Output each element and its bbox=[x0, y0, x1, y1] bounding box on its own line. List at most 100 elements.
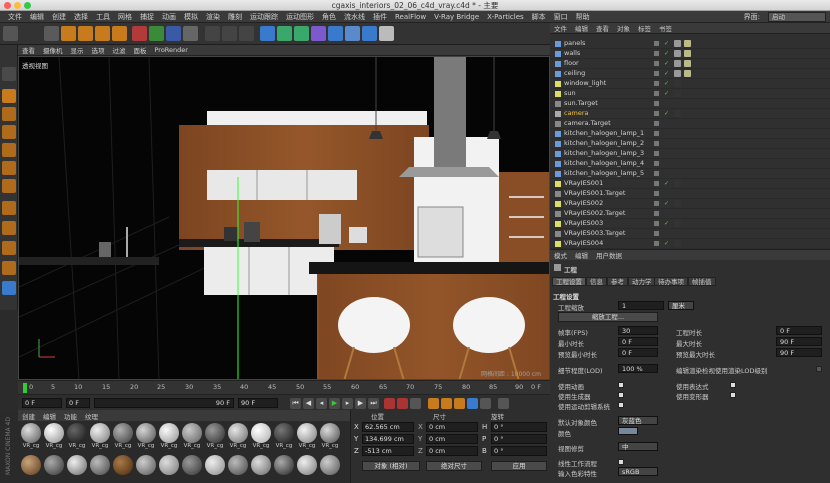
menu-item[interactable]: 渲染 bbox=[202, 12, 224, 22]
undo-icon[interactable] bbox=[3, 26, 18, 41]
material-swatch[interactable] bbox=[181, 455, 203, 483]
start-frame-field[interactable]: 0 F bbox=[22, 398, 62, 408]
viewport-menu-item[interactable]: 面板 bbox=[130, 45, 151, 55]
material-menu-item[interactable]: 纹理 bbox=[81, 411, 102, 421]
material-swatch[interactable] bbox=[296, 455, 318, 483]
object-row[interactable]: panels ✓ bbox=[550, 39, 830, 49]
render-lod-checkbox[interactable] bbox=[816, 366, 822, 372]
material-menu-item[interactable]: 编辑 bbox=[39, 411, 60, 421]
edges-mode-icon[interactable] bbox=[2, 161, 16, 175]
keyframe-selection-icon[interactable] bbox=[410, 398, 421, 409]
material-swatch[interactable]: VR_cg bbox=[20, 423, 42, 453]
default-color-select[interactable]: 灰蓝色 bbox=[618, 416, 658, 425]
size-mode-select[interactable]: 绝对尺寸 bbox=[426, 461, 482, 471]
max-time-field[interactable]: 90 F bbox=[776, 337, 822, 346]
close-window-button[interactable] bbox=[4, 2, 11, 9]
viewport-menu-item[interactable]: 显示 bbox=[67, 45, 88, 55]
coordinate-system-icon[interactable] bbox=[183, 26, 198, 41]
key-pla-icon[interactable] bbox=[480, 398, 491, 409]
menu-item[interactable]: 脚本 bbox=[528, 12, 550, 22]
om-menu-item[interactable]: 编辑 bbox=[571, 23, 592, 33]
key-param-icon[interactable] bbox=[467, 398, 478, 409]
material-swatch[interactable] bbox=[158, 455, 180, 483]
object-row[interactable]: sun ✓ bbox=[550, 89, 830, 99]
key-scale-icon[interactable] bbox=[441, 398, 452, 409]
material-swatch[interactable]: VR_cg bbox=[273, 423, 295, 453]
material-swatch[interactable] bbox=[319, 455, 341, 483]
menu-item[interactable]: 运动图形 bbox=[282, 12, 318, 22]
polygons-mode-icon[interactable] bbox=[2, 179, 16, 193]
current-frame-field[interactable]: 0 F bbox=[66, 398, 90, 408]
material-swatch[interactable]: VR_cg bbox=[250, 423, 272, 453]
tab-project-settings[interactable]: 工程设置 bbox=[552, 277, 586, 286]
material-swatch[interactable] bbox=[43, 455, 65, 483]
object-row[interactable]: kitchen_halogen_lamp_5 bbox=[550, 169, 830, 179]
light-icon[interactable] bbox=[379, 26, 394, 41]
material-swatch[interactable]: VR_cg bbox=[43, 423, 65, 453]
viewport-menu-item[interactable]: ProRender bbox=[151, 46, 192, 54]
zoom-window-button[interactable] bbox=[24, 2, 31, 9]
input-color-select[interactable]: sRGB bbox=[618, 467, 658, 476]
menu-item[interactable]: 工具 bbox=[92, 12, 114, 22]
timeline-ruler[interactable]: 0 5 10 15 20 25 30 35 40 45 50 55 60 65 … bbox=[18, 380, 550, 394]
use-deformers-checkbox[interactable] bbox=[730, 392, 736, 398]
tab-keyframe-interpolation[interactable]: 帧插值 bbox=[688, 277, 716, 286]
scale-project-button[interactable]: 缩放工程... bbox=[558, 312, 658, 322]
om-menu-item[interactable]: 书签 bbox=[655, 23, 676, 33]
size-z-field[interactable]: 0 cm bbox=[426, 446, 478, 456]
goto-end-icon[interactable]: ⏭ bbox=[368, 398, 379, 409]
rotate-icon[interactable] bbox=[112, 26, 127, 41]
tab-reference[interactable]: 参考 bbox=[607, 277, 628, 286]
object-row[interactable]: ceiling ✓ bbox=[550, 69, 830, 79]
coordinate-mode-select[interactable]: 对象 (相对) bbox=[362, 461, 420, 471]
viewport-menu-item[interactable]: 查看 bbox=[18, 45, 39, 55]
layout-select[interactable]: 启动 bbox=[768, 12, 826, 22]
fps-field[interactable]: 30 bbox=[618, 326, 658, 335]
rotation-b-field[interactable]: 0 ° bbox=[491, 446, 547, 456]
material-swatch[interactable]: VR_cg bbox=[204, 423, 226, 453]
select-arrow-icon[interactable] bbox=[44, 26, 59, 41]
material-swatch[interactable]: VR_cg bbox=[296, 423, 318, 453]
object-row[interactable]: camera.Target bbox=[550, 119, 830, 129]
prev-frame-icon[interactable]: ◂ bbox=[316, 398, 327, 409]
menu-item[interactable]: 雕刻 bbox=[224, 12, 246, 22]
object-row[interactable]: VRayIES002 ✓ bbox=[550, 199, 830, 209]
size-y-field[interactable]: 0 cm bbox=[426, 434, 478, 444]
material-swatch[interactable] bbox=[66, 455, 88, 483]
make-editable-icon[interactable] bbox=[2, 67, 16, 81]
y-axis-icon[interactable] bbox=[149, 26, 164, 41]
menu-item[interactable]: 网格 bbox=[114, 12, 136, 22]
use-motion-checkbox[interactable] bbox=[618, 402, 624, 408]
material-swatch[interactable]: VR_cg bbox=[319, 423, 341, 453]
goto-start-icon[interactable]: ⏮ bbox=[290, 398, 301, 409]
material-swatch[interactable] bbox=[112, 455, 134, 483]
attr-menu-item[interactable]: 模式 bbox=[550, 250, 571, 260]
om-menu-item[interactable]: 对象 bbox=[613, 23, 634, 33]
material-menu-item[interactable]: 创建 bbox=[18, 411, 39, 421]
next-key-icon[interactable]: ▶ bbox=[355, 398, 366, 409]
array-icon[interactable] bbox=[311, 26, 326, 41]
snap-icon[interactable] bbox=[2, 241, 16, 255]
material-swatch[interactable]: VR_cg bbox=[158, 423, 180, 453]
scene-floor-icon[interactable] bbox=[345, 26, 360, 41]
nurbs-icon[interactable] bbox=[294, 26, 309, 41]
menu-item[interactable]: 窗口 bbox=[550, 12, 572, 22]
material-swatch[interactable] bbox=[20, 455, 42, 483]
attr-menu-item[interactable]: 用户数据 bbox=[592, 250, 626, 260]
spline-icon[interactable] bbox=[277, 26, 292, 41]
position-z-field[interactable]: -513 cm bbox=[362, 446, 414, 456]
axis-mode-icon[interactable] bbox=[2, 201, 16, 215]
object-row[interactable]: kitchen_halogen_lamp_1 bbox=[550, 129, 830, 139]
use-expression-checkbox[interactable] bbox=[730, 382, 736, 388]
object-row[interactable]: kitchen_halogen_lamp_4 bbox=[550, 159, 830, 169]
tab-info[interactable]: 信息 bbox=[586, 277, 607, 286]
points-mode-icon[interactable] bbox=[2, 143, 16, 157]
x-axis-icon[interactable] bbox=[132, 26, 147, 41]
model-mode-icon[interactable] bbox=[2, 89, 16, 103]
scale-icon[interactable] bbox=[95, 26, 110, 41]
min-time-field[interactable]: 0 F bbox=[618, 337, 658, 346]
object-row[interactable]: floor ✓ bbox=[550, 59, 830, 69]
render-settings-icon[interactable] bbox=[239, 26, 254, 41]
object-row[interactable]: VRayIES001.Target bbox=[550, 189, 830, 199]
preview-max-field[interactable]: 90 F bbox=[776, 348, 822, 357]
